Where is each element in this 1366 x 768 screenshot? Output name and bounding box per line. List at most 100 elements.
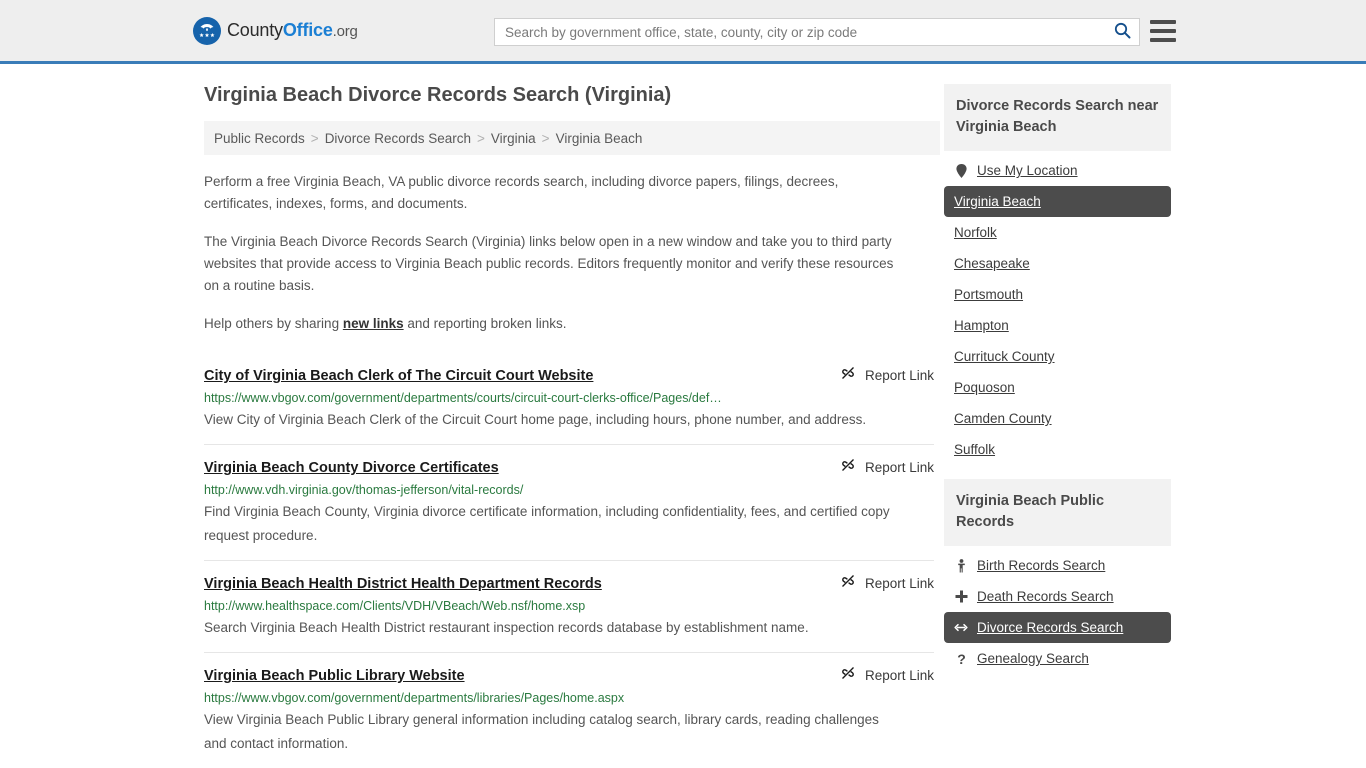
breadcrumb-item-virginia-beach[interactable]: Virginia Beach [556, 131, 643, 146]
broken-link-icon [840, 573, 856, 594]
result-url: https://www.vbgov.com/government/departm… [204, 691, 625, 705]
page-title: Virginia Beach Divorce Records Search (V… [204, 84, 672, 106]
result-url: http://www.healthspace.com/Clients/VDH/V… [204, 599, 586, 613]
breadcrumb-separator: > [541, 130, 550, 146]
report-link-label: Report Link [864, 460, 934, 475]
logo-text-tld: .org [332, 23, 358, 40]
result-item: City of Virginia Beach Clerk of The Circ… [204, 357, 934, 444]
result-item: Virginia Beach Health District Health De… [204, 560, 934, 652]
sidebar-item-label: Death Records Search [977, 589, 1114, 604]
sidebar-item-label: Birth Records Search [977, 558, 1106, 573]
sidebar-item-label: Currituck County [954, 349, 1055, 364]
result-description: View City of Virginia Beach Clerk of the… [204, 412, 867, 427]
result-item: Virginia Beach Public Library Website Re… [204, 652, 934, 768]
intro-paragraph-2: The Virginia Beach Divorce Records Searc… [204, 234, 894, 293]
breadcrumb-item-divorce-records-search[interactable]: Divorce Records Search [325, 131, 471, 146]
sidebar-item-label: Poquoson [954, 380, 1015, 395]
report-link-label: Report Link [864, 576, 934, 591]
result-title-link[interactable]: Virginia Beach County Divorce Certificat… [204, 460, 499, 476]
page-body: Virginia Beach Divorce Records Search (V… [0, 64, 1366, 768]
sidebar-item-norfolk[interactable]: Norfolk [944, 217, 1171, 248]
cross-icon [954, 590, 968, 603]
sidebar-item-label: Virginia Beach [954, 194, 1041, 209]
sidebar-item-hampton[interactable]: Hampton [944, 310, 1171, 341]
sidebar-item-divorce-records-search[interactable]: Divorce Records Search [944, 612, 1171, 643]
broken-link-icon [840, 665, 856, 686]
intro-paragraph-3: Help others by sharing new links and rep… [204, 313, 910, 335]
logo-text-county: County [227, 20, 283, 40]
result-url: https://www.vbgov.com/government/departm… [204, 391, 722, 405]
broken-link-icon [840, 457, 856, 478]
sidebar-item-poquoson[interactable]: Poquoson [944, 372, 1171, 403]
report-link-button[interactable]: Report Link [840, 365, 934, 386]
intro-text-before-link: Help others by sharing [204, 316, 343, 331]
result-description: Find Virginia Beach County, Virginia div… [204, 504, 890, 543]
search-button[interactable] [1105, 19, 1139, 45]
intro-text-after-link: and reporting broken links. [403, 316, 567, 331]
sidebar-item-label: Use My Location [977, 163, 1078, 178]
search-icon [1114, 22, 1131, 42]
intro-text: Perform a free Virginia Beach, VA public… [204, 171, 940, 335]
public-records-list: Birth Records Search Death Records Searc… [944, 546, 1171, 674]
breadcrumb-separator: > [310, 130, 319, 146]
result-item: Virginia Beach County Divorce Certificat… [204, 444, 934, 560]
nearby-searches-card: Divorce Records Search near Virginia Bea… [944, 84, 1171, 465]
result-url: http://www.vdh.virginia.gov/thomas-jeffe… [204, 483, 524, 497]
logo-wordmark: CountyOffice.org [227, 20, 358, 41]
report-link-label: Report Link [864, 668, 934, 683]
broken-link-icon [840, 365, 856, 386]
nearby-searches-list: Use My Location Virginia Beach Norfolk C… [944, 151, 1171, 465]
result-description: View Virginia Beach Public Library gener… [204, 712, 879, 751]
question-mark-icon: ? [954, 652, 968, 666]
public-records-card: Virginia Beach Public Records Birth Reco… [944, 479, 1171, 674]
sidebar-item-death-records-search[interactable]: Death Records Search [944, 581, 1171, 612]
svg-text:?: ? [957, 652, 966, 666]
breadcrumb-item-virginia[interactable]: Virginia [491, 131, 536, 146]
sidebar-item-currituck-county[interactable]: Currituck County [944, 341, 1171, 372]
results-list: City of Virginia Beach Clerk of The Circ… [204, 357, 940, 768]
split-arrows-icon [954, 622, 968, 633]
baby-icon [954, 558, 968, 573]
result-description: Search Virginia Beach Health District re… [204, 620, 809, 635]
sidebar: Divorce Records Search near Virginia Bea… [944, 64, 1171, 768]
sidebar-item-label: Portsmouth [954, 287, 1024, 302]
breadcrumb-item-public-records[interactable]: Public Records [214, 131, 305, 146]
sidebar-item-use-my-location[interactable]: Use My Location [944, 155, 1171, 186]
breadcrumb-separator: > [477, 130, 485, 146]
hamburger-menu-icon[interactable] [1150, 20, 1176, 42]
breadcrumb: Public Records > Divorce Records Search … [204, 121, 940, 155]
result-title-link[interactable]: Virginia Beach Health District Health De… [204, 576, 602, 592]
intro-paragraph-1: Perform a free Virginia Beach, VA public… [204, 174, 839, 211]
public-records-heading: Virginia Beach Public Records [944, 479, 1171, 546]
logo-text-office: Office [282, 20, 333, 40]
report-link-button[interactable]: Report Link [840, 665, 934, 686]
report-link-button[interactable]: Report Link [840, 573, 934, 594]
search-bar[interactable] [494, 18, 1140, 46]
search-input[interactable] [495, 19, 1105, 45]
main-content: Virginia Beach Divorce Records Search (V… [204, 64, 940, 768]
report-link-button[interactable]: Report Link [840, 457, 934, 478]
result-title-link[interactable]: City of Virginia Beach Clerk of The Circ… [204, 368, 593, 384]
nearby-searches-heading: Divorce Records Search near Virginia Bea… [944, 84, 1171, 151]
eagle-shield-logo-icon [193, 16, 221, 45]
map-pin-icon [954, 163, 968, 178]
sidebar-item-label: Chesapeake [954, 256, 1030, 271]
sidebar-item-genealogy-search[interactable]: ? Genealogy Search [944, 643, 1171, 674]
sidebar-item-label: Norfolk [954, 225, 997, 240]
report-link-label: Report Link [864, 368, 934, 383]
new-links-link[interactable]: new links [343, 316, 404, 331]
sidebar-item-chesapeake[interactable]: Chesapeake [944, 248, 1171, 279]
sidebar-item-virginia-beach[interactable]: Virginia Beach [944, 186, 1171, 217]
sidebar-item-label: Suffolk [954, 442, 996, 457]
result-title-link[interactable]: Virginia Beach Public Library Website [204, 668, 465, 684]
site-logo[interactable]: CountyOffice.org [193, 16, 358, 45]
sidebar-item-label: Divorce Records Search [977, 620, 1124, 635]
sidebar-item-label: Hampton [954, 318, 1009, 333]
sidebar-item-birth-records-search[interactable]: Birth Records Search [944, 550, 1171, 581]
sidebar-item-portsmouth[interactable]: Portsmouth [944, 279, 1171, 310]
sidebar-item-suffolk[interactable]: Suffolk [944, 434, 1171, 465]
site-header: CountyOffice.org [0, 0, 1366, 64]
sidebar-item-label: Camden County [954, 411, 1052, 426]
sidebar-item-label: Genealogy Search [977, 651, 1089, 666]
sidebar-item-camden-county[interactable]: Camden County [944, 403, 1171, 434]
